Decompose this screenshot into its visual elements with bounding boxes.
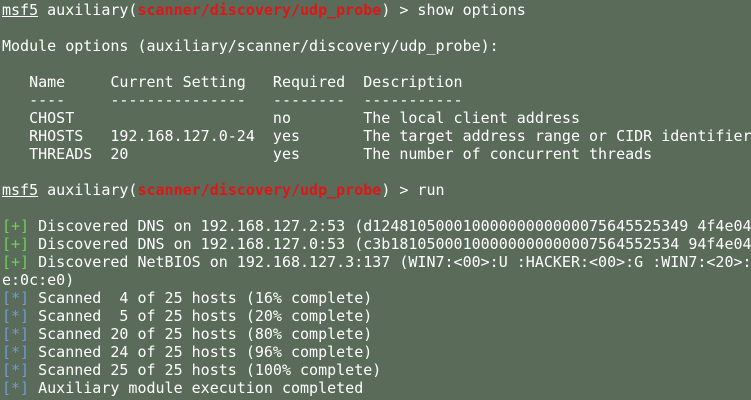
discovery-line: [+] Discovered DNS on 192.168.127.0:53 (… (2, 235, 751, 253)
module-prefix: auxiliary( (47, 181, 138, 199)
prompt-line-show-options: msf5 auxiliary(scanner/discovery/udp_pro… (2, 1, 751, 19)
options-row-chost: CHOST no The local client address (2, 109, 580, 127)
options-table-rule: ---- --------------- -------- ----------… (2, 91, 463, 109)
prompt-line-run: msf5 auxiliary(scanner/discovery/udp_pro… (2, 181, 751, 199)
status-line: [*] Scanned 24 of 25 hosts (96% complete… (2, 343, 751, 361)
options-row-threads: THREADS 20 yes The number of concurrent … (2, 145, 653, 163)
module-path: scanner/discovery/udp_probe (137, 1, 382, 19)
terminal-window[interactable]: msf5 auxiliary(scanner/discovery/udp_pro… (0, 0, 751, 400)
command-text: > show options (390, 1, 526, 19)
options-header: Module options (auxiliary/scanner/discov… (2, 37, 499, 55)
info-marker: [*] (2, 343, 30, 361)
module-path: scanner/discovery/udp_probe (137, 181, 382, 199)
status-text: Scanned 25 of 25 hosts (100% complete) (29, 361, 382, 379)
prompt-name: msf5 (2, 1, 39, 19)
discovery-line: [+] Discovered NetBIOS on 192.168.127.3:… (2, 253, 751, 271)
command-text: > run (390, 181, 445, 199)
info-marker: [*] (2, 361, 30, 379)
discovery-text: Discovered DNS on 192.168.127.2:53 (d124… (29, 217, 751, 235)
success-marker: [+] (2, 217, 30, 235)
status-text: Scanned 4 of 25 hosts (16% complete) (29, 289, 373, 307)
status-text: Scanned 5 of 25 hosts (20% complete) (29, 307, 373, 325)
info-marker: [*] (2, 307, 30, 325)
status-text: Scanned 20 of 25 hosts (80% complete) (29, 325, 373, 343)
options-table-header: Name Current Setting Required Descriptio… (2, 73, 463, 91)
module-suffix: ) (381, 1, 391, 19)
info-marker: [*] (2, 379, 30, 397)
info-marker: [*] (2, 289, 30, 307)
status-line: [*] Auxiliary module execution completed (2, 379, 751, 397)
status-text: Auxiliary module execution completed (29, 379, 364, 397)
status-line: [*] Scanned 4 of 25 hosts (16% complete) (2, 289, 751, 307)
success-marker: [+] (2, 235, 30, 253)
status-text: Scanned 24 of 25 hosts (96% complete) (29, 343, 373, 361)
discovery-text: Discovered DNS on 192.168.127.0:53 (c3b1… (29, 235, 751, 253)
status-line: [*] Scanned 20 of 25 hosts (80% complete… (2, 325, 751, 343)
info-marker: [*] (2, 325, 30, 343)
prompt-name: msf5 (2, 181, 39, 199)
success-marker: [+] (2, 253, 30, 271)
status-line: [*] Scanned 5 of 25 hosts (20% complete) (2, 307, 751, 325)
wrapped-line: e:0c:e0) (2, 271, 75, 289)
discovery-line: [+] Discovered DNS on 192.168.127.2:53 (… (2, 217, 751, 235)
module-suffix: ) (381, 181, 391, 199)
status-line: [*] Scanned 25 of 25 hosts (100% complet… (2, 361, 751, 379)
discovery-text: Discovered NetBIOS on 192.168.127.3:137 … (29, 253, 751, 271)
options-row-rhosts: RHOSTS 192.168.127.0-24 yes The target a… (2, 127, 751, 145)
module-prefix: auxiliary( (47, 1, 138, 19)
